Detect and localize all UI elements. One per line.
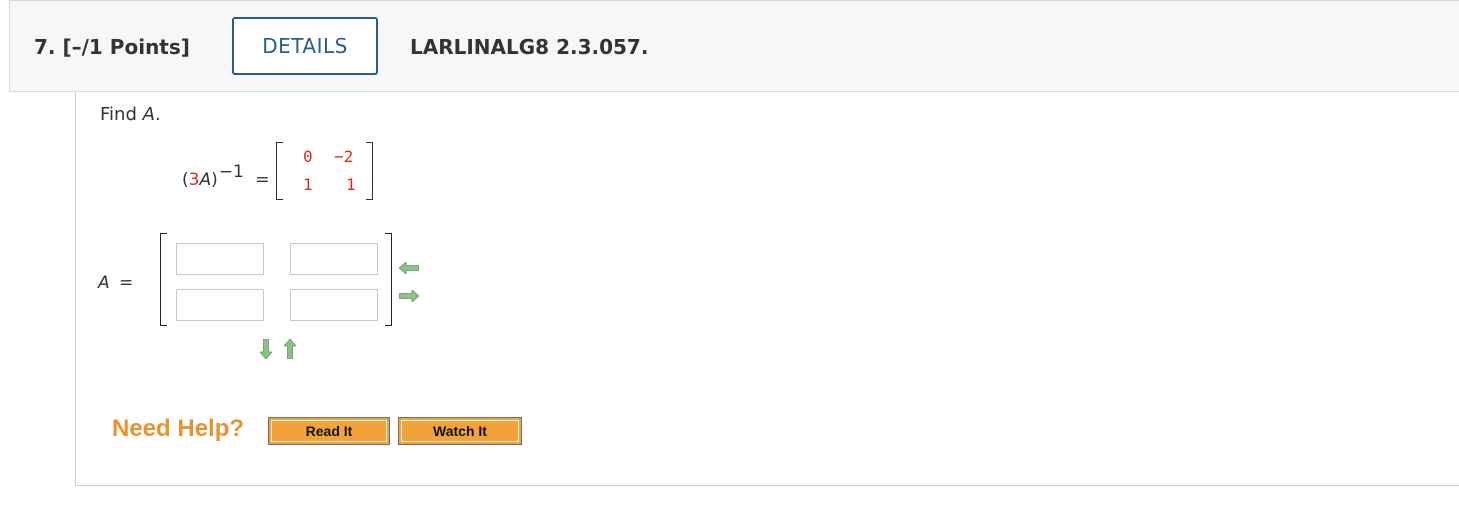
question-prompt: Find A. — [100, 104, 161, 125]
answer-input-r2c1[interactable] — [176, 289, 264, 321]
watch-it-button[interactable]: Watch It — [398, 417, 522, 445]
answer-input-r1c2[interactable] — [290, 243, 378, 275]
question-reference: LARLINALG8 2.3.057. — [410, 35, 649, 59]
matrix-right-bracket — [366, 142, 373, 200]
equals-sign: = — [255, 170, 270, 190]
answer-input-r2c2[interactable] — [290, 289, 378, 321]
question-number: 7. [–/1 Points] — [34, 35, 190, 59]
matrix-cell: 1 — [303, 175, 313, 194]
points-label: [–/1 Points] — [62, 35, 190, 59]
arrow-left-icon[interactable] — [399, 262, 419, 274]
matrix-cell: −2 — [334, 147, 354, 166]
coefficient: 3 — [188, 170, 200, 190]
arrow-up-icon[interactable] — [284, 339, 296, 359]
exponent: −1 — [218, 162, 244, 182]
arrow-down-icon[interactable] — [260, 339, 272, 359]
read-it-button[interactable]: Read It — [268, 417, 390, 445]
answer-right-bracket — [385, 233, 392, 326]
given-lhs: (3A)−1 = — [182, 162, 270, 190]
matrix-cell: 0 — [303, 147, 313, 166]
read-it-label: Read It — [271, 420, 387, 442]
need-help-label: Need Help? — [112, 415, 245, 442]
question-header: 7. [–/1 Points] DETAILS LARLINALG8 2.3.0… — [9, 0, 1459, 92]
answer-input-r1c1[interactable] — [176, 243, 264, 275]
arrow-right-icon[interactable] — [399, 290, 419, 302]
answer-left-bracket — [160, 233, 167, 326]
answer-label: A = — [98, 273, 134, 293]
watch-it-label: Watch It — [401, 420, 519, 442]
matrix-left-bracket — [276, 142, 283, 200]
details-button[interactable]: DETAILS — [232, 17, 378, 75]
given-equation: (3A)−1 = 0 −2 1 1 — [182, 142, 382, 202]
matrix-cell: 1 — [346, 175, 356, 194]
question-body: Find A. (3A)−1 = 0 −2 1 1 A = Need Help?… — [75, 92, 1459, 486]
